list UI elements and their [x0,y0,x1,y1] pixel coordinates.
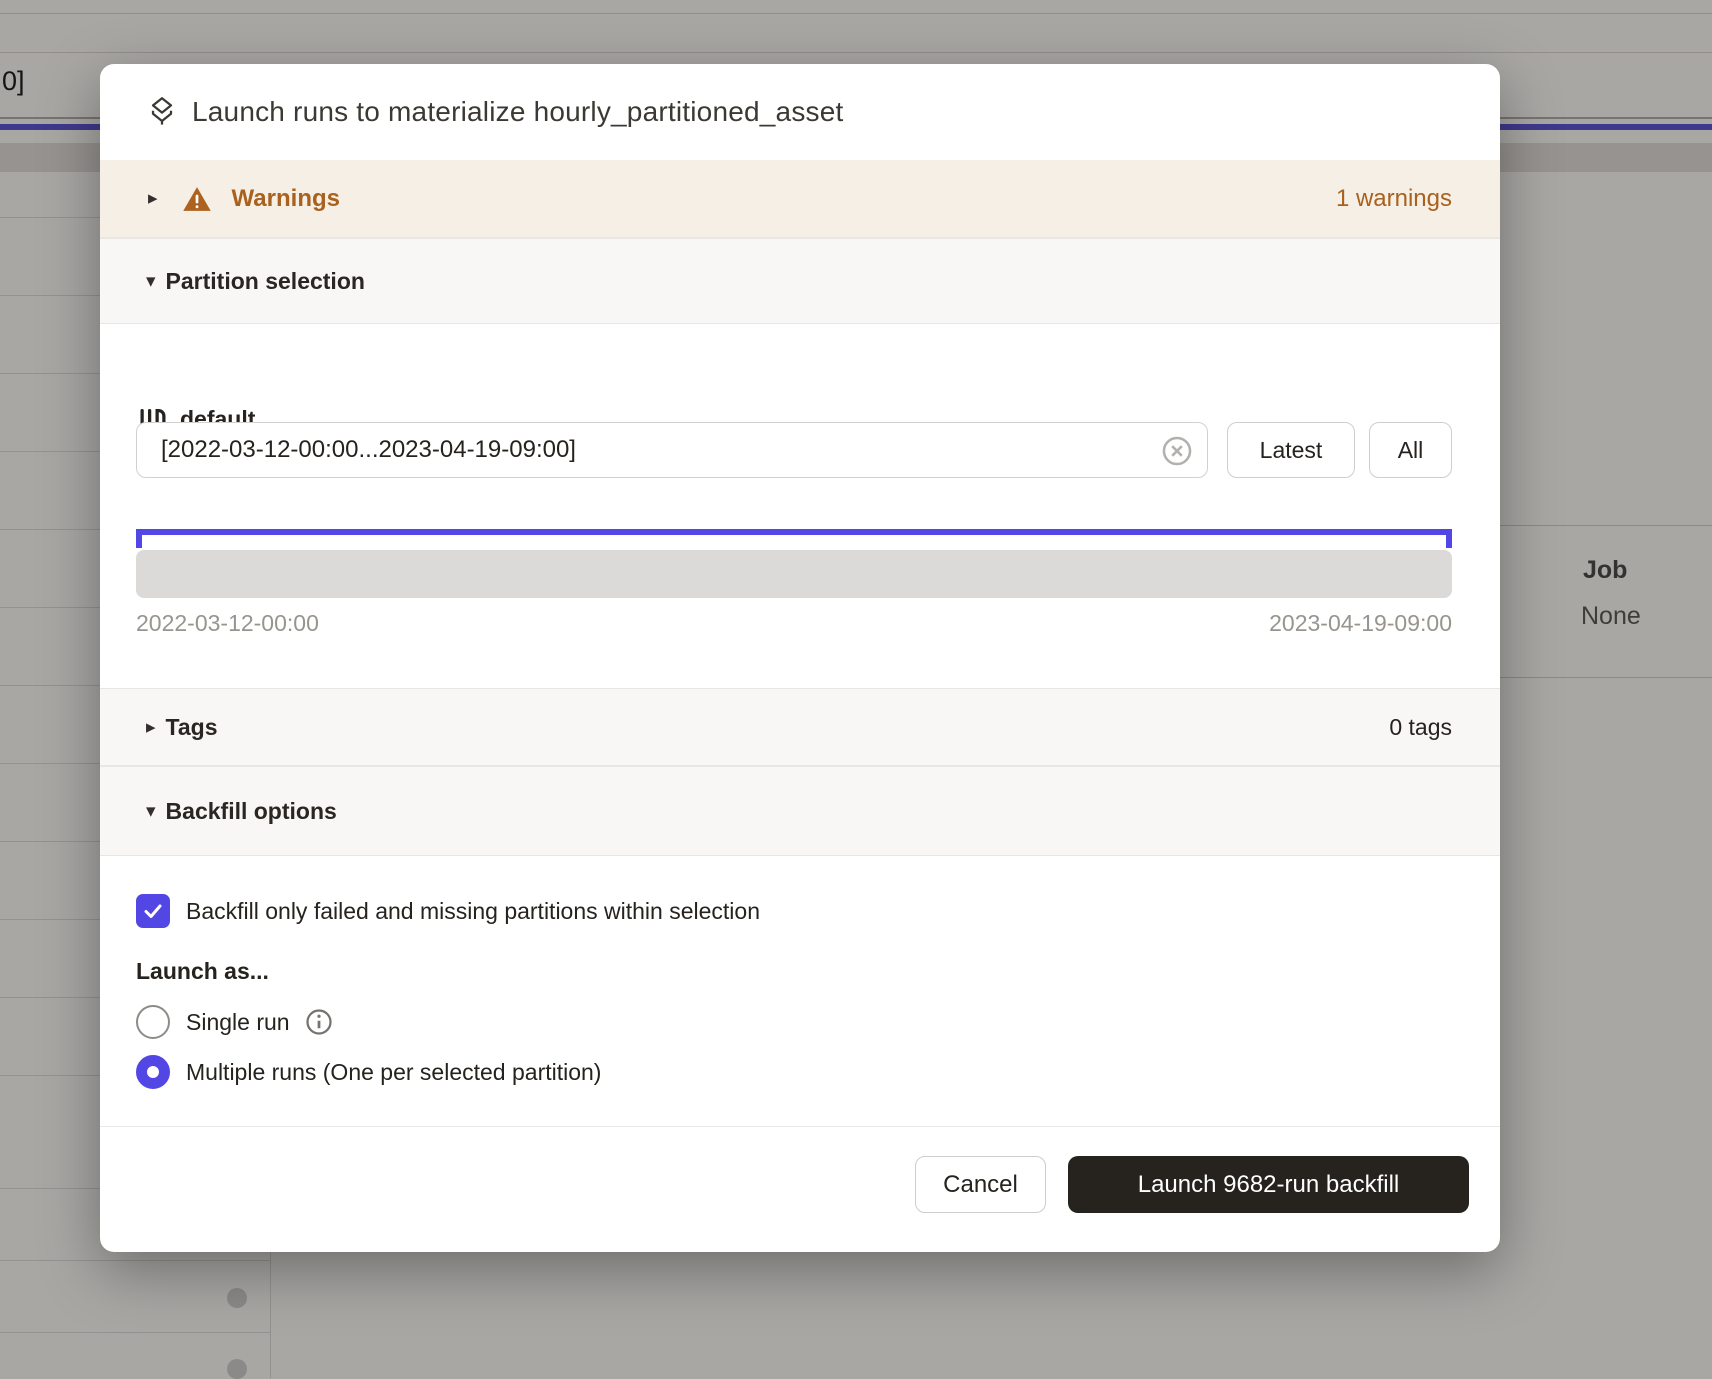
materialize-layers-icon [144,94,180,130]
clear-circle-x-icon [1160,434,1194,468]
single-run-radio[interactable] [136,1005,170,1039]
selected-range-bracket-cap-left [136,529,142,548]
latest-button[interactable]: Latest [1227,422,1355,478]
backdrop-job-column-label: Job [1583,556,1627,585]
warning-triangle-icon [182,184,212,214]
timeline-end-label: 2023-04-19-09:00 [1269,610,1452,637]
backdrop-status-dot [227,1359,247,1379]
launch-backfill-button[interactable]: Launch 9682-run backfill [1068,1156,1469,1213]
backfill-only-failed-checkbox[interactable] [136,894,170,928]
footer-divider [100,1126,1500,1127]
backfill-options-label: Backfill options [166,798,337,825]
warnings-count: 1 warnings [1336,185,1452,213]
chevron-down-icon: ▾ [146,802,156,821]
clear-selection-button[interactable] [1160,434,1194,468]
backdrop-right-panel-divider [1500,525,1712,526]
partition-selection-section-header[interactable]: ▾ Partition selection [100,238,1500,324]
partition-range-input[interactable] [136,422,1208,478]
chevron-right-icon: ▸ [146,718,156,737]
backdrop-row-line [0,1260,270,1261]
timeline-date-labels: 2022-03-12-00:00 2023-04-19-09:00 [136,610,1452,637]
partition-selection-label: Partition selection [166,268,365,295]
backdrop-status-dot [227,1288,247,1308]
dialog-title: Launch runs to materialize hourly_partit… [192,96,843,128]
backfill-only-failed-checkbox-label: Backfill only failed and missing partiti… [186,898,760,925]
single-run-option-row: Single run [136,1002,334,1042]
backdrop-right-panel-divider [1500,677,1712,678]
backfill-only-failed-checkbox-row: Backfill only failed and missing partiti… [136,894,760,928]
backfill-options-section-header[interactable]: ▾ Backfill options [100,766,1500,856]
info-icon[interactable] [304,1007,334,1037]
single-run-label: Single run [186,1009,290,1036]
backdrop-row-line [0,1332,270,1333]
checkmark-icon [141,899,165,923]
chevron-right-icon: ▸ [148,189,158,208]
warnings-label: Warnings [232,185,340,213]
multiple-runs-radio[interactable] [136,1055,170,1089]
tags-count: 0 tags [1389,714,1452,741]
multiple-runs-label: Multiple runs (One per selected partitio… [186,1059,601,1086]
chevron-down-icon: ▾ [146,272,156,291]
warnings-section-header[interactable]: ▸ Warnings 1 warnings [100,160,1500,238]
all-button[interactable]: All [1369,422,1452,478]
backdrop-job-column-value: None [1581,602,1641,631]
tags-section-header[interactable]: ▸ Tags 0 tags [100,688,1500,766]
backdrop-toolbar-line [0,13,1712,14]
backdrop-truncated-input-text: 0] [2,66,25,97]
timeline-start-label: 2022-03-12-00:00 [136,610,319,637]
selected-range-bracket-cap-right [1446,529,1452,548]
cancel-button[interactable]: Cancel [915,1156,1046,1213]
partition-timeline[interactable] [136,550,1452,598]
dialog-header: Launch runs to materialize hourly_partit… [100,64,1500,160]
tags-label: Tags [166,714,218,741]
launch-backfill-dialog: Launch runs to materialize hourly_partit… [100,64,1500,1252]
backdrop-toolbar-line [0,52,1712,53]
launch-as-label: Launch as... [136,958,269,985]
selected-range-bracket [136,529,1452,535]
multiple-runs-option-row: Multiple runs (One per selected partitio… [136,1052,601,1092]
